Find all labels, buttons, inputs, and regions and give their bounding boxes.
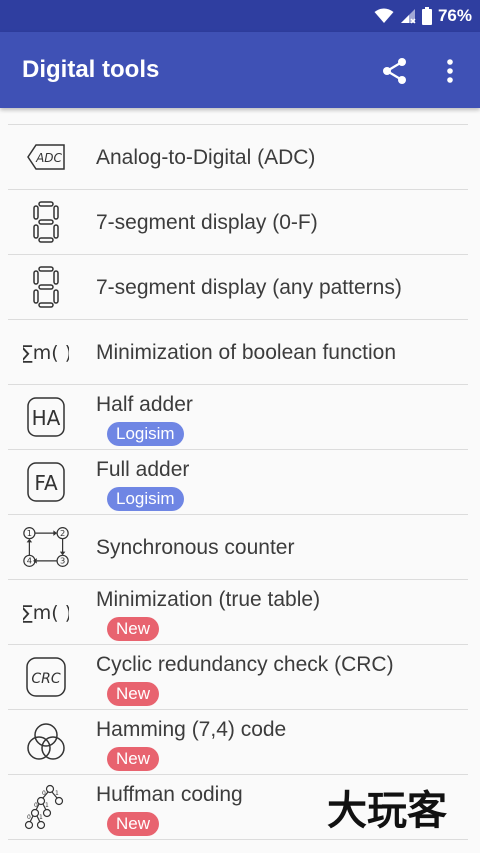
- svg-text:ADC: ADC: [35, 151, 62, 165]
- list-item-half-adder[interactable]: HA Half adder Logisim: [8, 385, 468, 450]
- list-item-label: Cyclic redundancy check (CRC): [96, 653, 394, 676]
- new-badge: New: [107, 682, 160, 706]
- share-icon[interactable]: [380, 56, 410, 86]
- logisim-badge: Logisim: [107, 487, 184, 511]
- list-item-sync-counter[interactable]: 1 2 3 4 Synchronous counter: [8, 515, 468, 580]
- crc-icon: CRC: [22, 655, 70, 699]
- svg-text:CRC: CRC: [31, 671, 61, 687]
- list-item-label: 7-segment display (any patterns): [96, 276, 402, 299]
- svg-text:1: 1: [55, 790, 59, 797]
- list-item-7seg-any[interactable]: 7-segment display (any patterns): [8, 255, 468, 320]
- list-item-adc[interactable]: ADC Analog-to-Digital (ADC): [8, 125, 468, 190]
- svg-text:∑m( ): ∑m( ): [23, 602, 69, 624]
- half-adder-icon: HA: [22, 395, 70, 439]
- list-item-label: Huffman coding: [96, 783, 243, 806]
- list-item-full-adder[interactable]: FA Full adder Logisim: [8, 450, 468, 515]
- list-item-label: Half adder: [96, 393, 193, 416]
- signal-icon: [400, 9, 416, 24]
- sum-minterms-icon: ∑m( ): [22, 590, 70, 634]
- svg-text:0: 0: [42, 790, 46, 797]
- list-item-label: 7-segment display (0-F): [96, 211, 318, 234]
- huffman-tree-icon: 0 1 0 1 0 1: [22, 784, 70, 830]
- svg-text:4: 4: [27, 556, 32, 566]
- svg-text:2: 2: [60, 528, 65, 538]
- list-item-label: Hamming (7,4) code: [96, 718, 287, 741]
- list-item-crc[interactable]: CRC Cyclic redundancy check (CRC) New: [8, 645, 468, 710]
- hamming-icon: [22, 720, 70, 764]
- svg-text:1: 1: [39, 814, 43, 821]
- seven-segment-icon: [22, 200, 70, 244]
- list-item-7seg-0f[interactable]: 7-segment display (0-F): [8, 190, 468, 255]
- more-vert-icon[interactable]: [436, 56, 464, 86]
- svg-text:∑m( ): ∑m( ): [23, 342, 69, 364]
- svg-text:3: 3: [60, 556, 65, 566]
- seven-segment-icon: [22, 265, 70, 309]
- new-badge: New: [107, 617, 160, 641]
- status-icons: 76%: [374, 0, 472, 32]
- status-bar: 76%: [0, 0, 480, 32]
- battery-icon: [421, 7, 432, 25]
- svg-text:HA: HA: [32, 406, 61, 430]
- watermark-logo: 大玩客: [327, 788, 447, 834]
- page-title: Digital tools: [22, 56, 160, 83]
- list-item-label: Minimization (true table): [96, 588, 321, 611]
- list-item-minimization-table[interactable]: ∑m( ) Minimization (true table) New: [8, 580, 468, 645]
- list-item-label: Synchronous counter: [96, 536, 295, 559]
- svg-text:大玩客: 大玩客: [327, 788, 447, 834]
- list-item-label: Minimization of boolean function: [96, 341, 397, 364]
- new-badge: New: [107, 747, 160, 771]
- svg-text:0: 0: [34, 802, 38, 809]
- sum-minterms-icon: ∑m( ): [22, 330, 70, 374]
- list-item-label: Analog-to-Digital (ADC): [96, 146, 316, 169]
- svg-text:1: 1: [27, 528, 32, 538]
- new-badge: New: [107, 812, 160, 836]
- logisim-badge: Logisim: [107, 422, 184, 446]
- tools-list: ADC Analog-to-Digital (ADC) 7-segment di…: [8, 124, 468, 840]
- battery-percent: 76%: [437, 6, 472, 25]
- full-adder-icon: FA: [22, 460, 70, 504]
- list-item-minimization[interactable]: ∑m( ) Minimization of boolean function: [8, 320, 468, 385]
- svg-text:FA: FA: [34, 471, 58, 495]
- adc-icon: ADC: [22, 135, 70, 179]
- counter-icon: 1 2 3 4: [22, 525, 70, 569]
- svg-text:1: 1: [45, 802, 49, 809]
- list-item-label: Full adder: [96, 458, 190, 481]
- wifi-icon: [374, 8, 394, 23]
- list-item-hamming[interactable]: Hamming (7,4) code New: [8, 710, 468, 775]
- svg-text:0: 0: [27, 814, 31, 821]
- app-bar: Digital tools: [0, 32, 480, 108]
